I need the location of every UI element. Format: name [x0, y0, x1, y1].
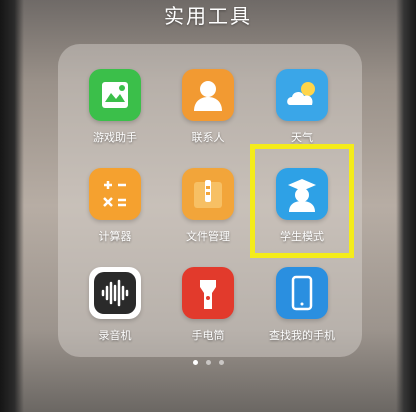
app-recorder[interactable]: 录音机: [70, 267, 160, 343]
contacts-icon: [182, 69, 234, 121]
app-find-my-phone[interactable]: 查找我的手机: [257, 267, 347, 343]
folder-title: 实用工具: [164, 4, 252, 28]
app-calculator[interactable]: 计算器: [70, 168, 160, 244]
find-my-phone-icon: [276, 267, 328, 319]
app-label: 联系人: [191, 131, 225, 144]
app-flashlight[interactable]: 手电筒: [163, 267, 253, 343]
app-label: 文件管理: [186, 230, 230, 243]
app-label: 录音机: [98, 329, 132, 342]
calculator-icon: [89, 168, 141, 220]
app-label: 手电筒: [191, 329, 225, 342]
app-label: 计算器: [98, 230, 132, 243]
app-label: 天气: [291, 131, 313, 144]
page-indicator: [0, 350, 416, 369]
highlight-box: [250, 144, 354, 258]
app-contacts[interactable]: 联系人: [163, 69, 253, 145]
app-label: 游戏助手: [93, 131, 137, 144]
file-manager-icon: [182, 168, 234, 220]
app-weather[interactable]: 天气: [257, 69, 347, 145]
app-label: 查找我的手机: [269, 329, 335, 342]
flashlight-icon: [182, 267, 234, 319]
page-dot[interactable]: [218, 360, 224, 365]
recorder-icon: [89, 267, 141, 319]
weather-icon: [276, 69, 328, 121]
app-file-manager[interactable]: 文件管理: [163, 168, 253, 244]
page-dot[interactable]: [205, 360, 211, 365]
game-assistant-icon: [89, 69, 141, 121]
app-game-assistant[interactable]: 游戏助手: [70, 69, 160, 145]
page-dot[interactable]: [192, 360, 198, 365]
